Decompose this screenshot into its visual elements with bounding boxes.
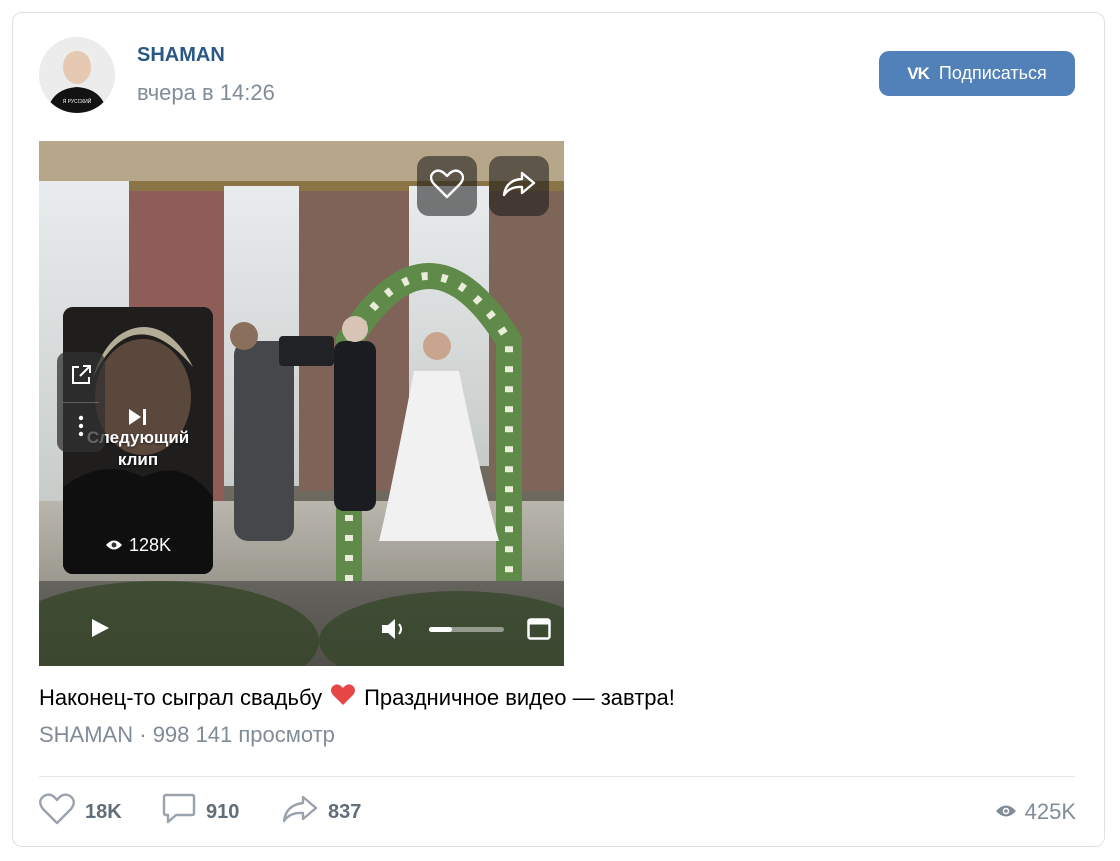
like-video-button[interactable]: [417, 156, 477, 216]
actions-divider: [39, 776, 1075, 777]
meta-views: 998 141 просмотр: [152, 722, 335, 747]
like-count: 18K: [85, 800, 122, 823]
heart-emoji-icon: [330, 683, 356, 713]
external-link-icon: [69, 363, 93, 392]
comment-count: 910: [206, 800, 240, 823]
eye-icon: [995, 799, 1017, 825]
open-external-button[interactable]: [57, 352, 105, 402]
heart-outline-icon: [429, 168, 465, 204]
caption-text-before: Наконец-то сыграл свадьбу: [39, 685, 323, 710]
fullscreen-button[interactable]: [527, 618, 551, 645]
share-count: 837: [328, 800, 362, 823]
play-button[interactable]: [89, 617, 111, 644]
author-avatar[interactable]: Я РУССКИЙ: [39, 37, 115, 113]
vk-logo-icon: VK: [907, 63, 930, 83]
share-arrow-icon: [282, 794, 318, 830]
video-side-menu: [57, 352, 105, 452]
fullscreen-icon: [527, 618, 551, 644]
post-time[interactable]: вчера в 14:26: [137, 80, 275, 106]
speaker-icon: [380, 619, 408, 645]
meta-source[interactable]: SHAMAN: [39, 722, 133, 747]
share-arrow-icon: [502, 170, 536, 203]
video-player[interactable]: Следующий клип 128K: [39, 141, 564, 666]
play-icon: [89, 619, 111, 643]
svg-text:Я РУССКИЙ: Я РУССКИЙ: [63, 97, 92, 105]
more-dots-icon: [78, 414, 84, 443]
volume-button[interactable]: [380, 617, 408, 646]
heart-outline-icon: [39, 793, 75, 831]
views-count: 425K: [1024, 799, 1076, 824]
more-options-button[interactable]: [57, 403, 105, 453]
subscribe-label: Подписаться: [938, 63, 1047, 83]
meta-separator: ·: [133, 722, 153, 747]
post-caption: Наконец-то сыграл свадьбу Праздничное ви…: [39, 683, 675, 713]
caption-text-after: Праздничное видео — завтра!: [364, 685, 675, 710]
next-clip-views: 128K: [63, 535, 213, 556]
author-name[interactable]: SHAMAN: [137, 44, 225, 67]
comment-bubble-icon: [162, 793, 196, 831]
volume-slider[interactable]: [429, 627, 504, 632]
subscribe-button[interactable]: VK Подписаться: [879, 51, 1075, 96]
volume-slider-fill: [429, 627, 452, 632]
comment-button[interactable]: 910: [162, 793, 240, 831]
post-meta: SHAMAN · 998 141 просмотр: [39, 722, 335, 748]
like-button[interactable]: 18K: [39, 793, 122, 831]
views-counter: 425K: [995, 795, 1076, 829]
share-button[interactable]: 837: [282, 795, 361, 829]
eye-icon: [105, 535, 123, 556]
share-video-button[interactable]: [489, 156, 549, 216]
